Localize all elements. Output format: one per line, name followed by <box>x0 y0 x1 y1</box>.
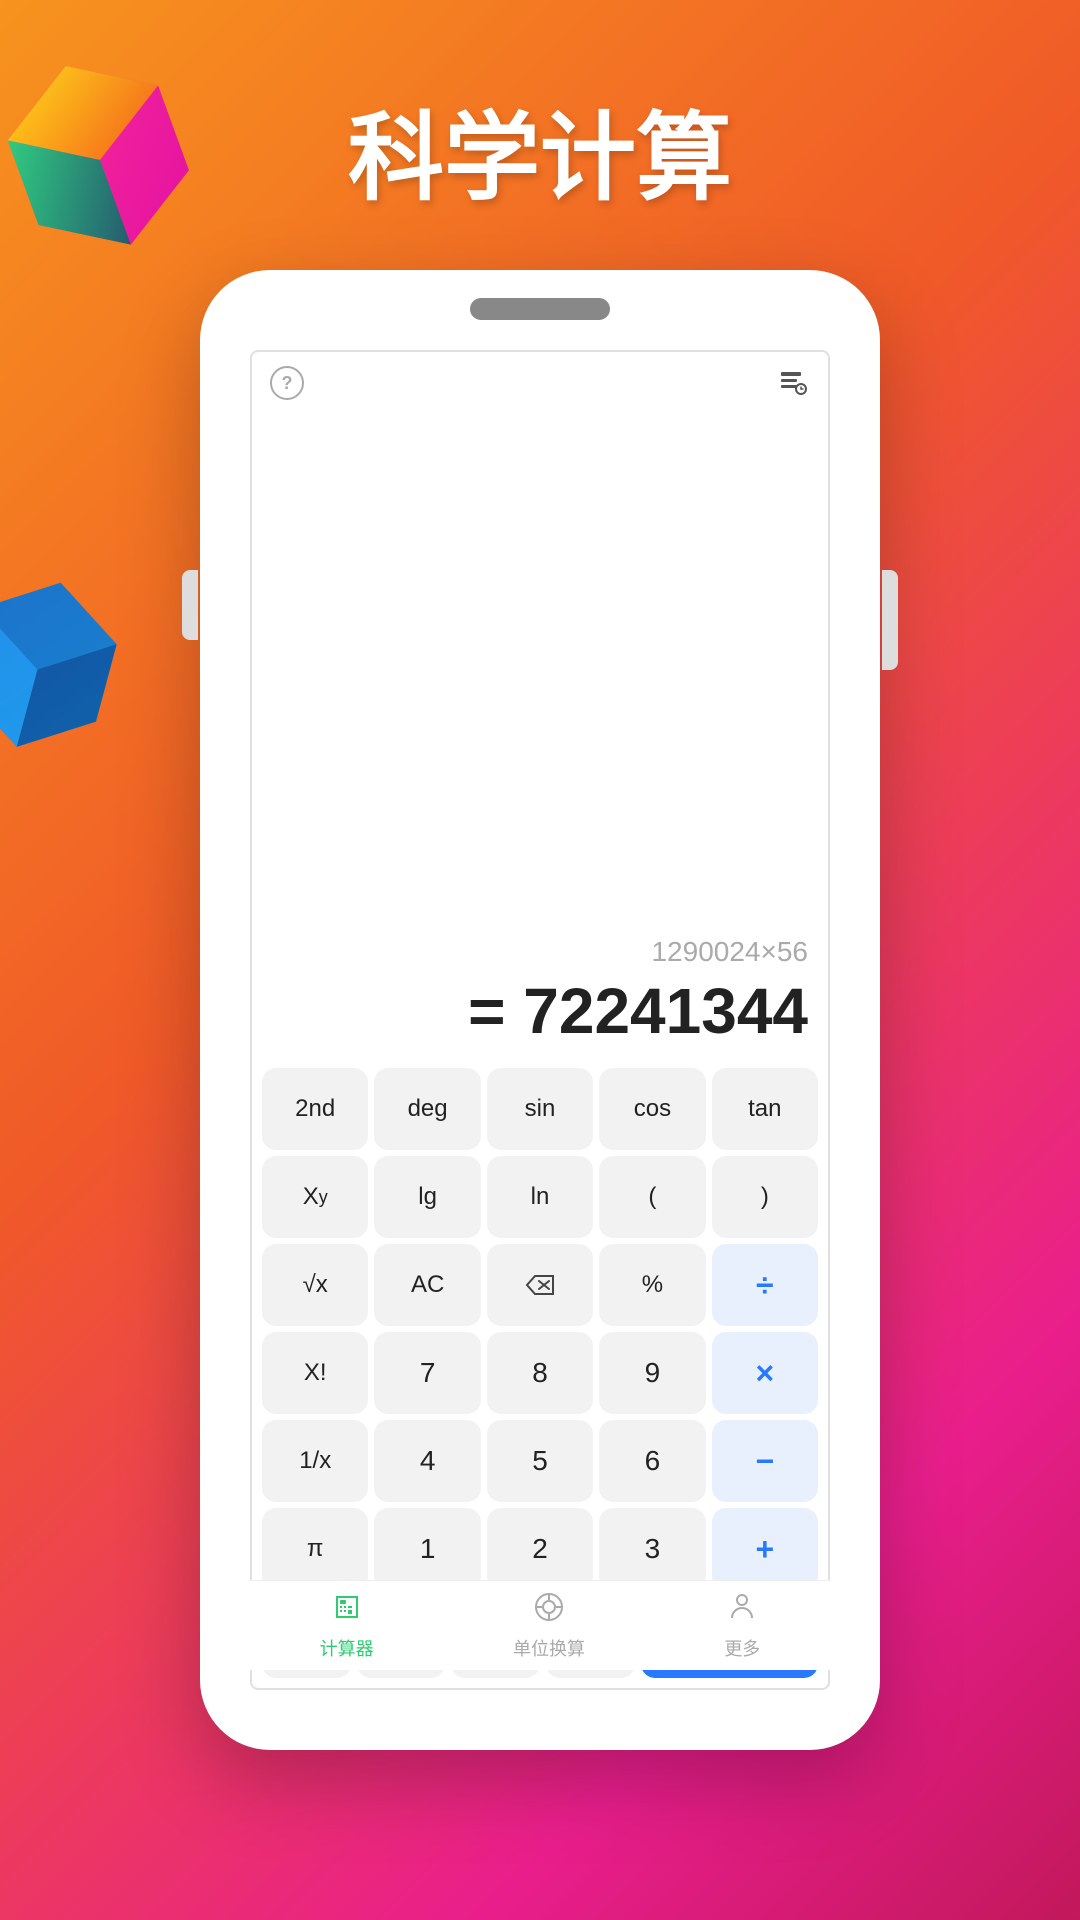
btn-sqrt[interactable]: √x <box>262 1244 368 1326</box>
nav-calculator[interactable]: 计算器 <box>320 1591 374 1661</box>
phone-side-button-right <box>882 570 898 670</box>
btn-divide[interactable]: ÷ <box>712 1244 818 1326</box>
nav-calculator-label: 计算器 <box>320 1635 374 1661</box>
help-button[interactable]: ? <box>270 366 304 400</box>
btn-backspace[interactable] <box>487 1244 593 1326</box>
btn-factorial[interactable]: X! <box>262 1332 368 1414</box>
btn-subtract[interactable]: − <box>712 1420 818 1502</box>
btn-add[interactable]: + <box>712 1508 818 1590</box>
converter-nav-icon <box>533 1591 565 1631</box>
btn-ac[interactable]: AC <box>374 1244 480 1326</box>
btn-2nd[interactable]: 2nd <box>262 1068 368 1150</box>
phone-frame: ? 1290024×56 = 72241344 2nd <box>200 270 880 1750</box>
decorative-cube-top-left <box>0 40 220 280</box>
btn-3[interactable]: 3 <box>599 1508 705 1590</box>
bottom-nav: 计算器 单位换算 <box>250 1580 830 1670</box>
btn-6[interactable]: 6 <box>599 1420 705 1502</box>
btn-row-4: X! 7 8 9 × <box>262 1332 818 1414</box>
btn-5[interactable]: 5 <box>487 1420 593 1502</box>
calc-display: 1290024×56 = 72241344 <box>252 414 828 1062</box>
btn-close-paren[interactable]: ) <box>712 1156 818 1238</box>
btn-pi[interactable]: π <box>262 1508 368 1590</box>
btn-reciprocal[interactable]: 1/x <box>262 1420 368 1502</box>
btn-xy[interactable]: Xy <box>262 1156 368 1238</box>
btn-row-2: Xy lg ln ( ) <box>262 1156 818 1238</box>
btn-multiply[interactable]: × <box>712 1332 818 1414</box>
calc-top-bar: ? <box>252 352 828 414</box>
calculator-nav-icon <box>331 1591 363 1631</box>
page-title: 科学计算 <box>348 80 732 219</box>
btn-percent[interactable]: % <box>599 1244 705 1326</box>
nav-more[interactable]: 更多 <box>724 1591 760 1661</box>
btn-row-3: √x AC % ÷ <box>262 1244 818 1326</box>
btn-1[interactable]: 1 <box>374 1508 480 1590</box>
btn-open-paren[interactable]: ( <box>599 1156 705 1238</box>
calc-result: = 72241344 <box>468 974 808 1048</box>
btn-row-1: 2nd deg sin cos tan <box>262 1068 818 1150</box>
calc-expression: 1290024×56 <box>651 936 808 968</box>
decorative-cube-mid-left <box>0 560 140 760</box>
nav-more-label: 更多 <box>724 1635 760 1661</box>
btn-7[interactable]: 7 <box>374 1332 480 1414</box>
btn-lg[interactable]: lg <box>374 1156 480 1238</box>
phone-speaker <box>470 298 610 320</box>
btn-ln[interactable]: ln <box>487 1156 593 1238</box>
btn-9[interactable]: 9 <box>599 1332 705 1414</box>
btn-row-6: π 1 2 3 + <box>262 1508 818 1590</box>
btn-tan[interactable]: tan <box>712 1068 818 1150</box>
phone-side-button-left <box>182 570 198 640</box>
btn-8[interactable]: 8 <box>487 1332 593 1414</box>
nav-converter-label: 单位换算 <box>513 1635 585 1661</box>
nav-converter[interactable]: 单位换算 <box>513 1591 585 1661</box>
more-nav-icon <box>726 1591 758 1631</box>
btn-deg[interactable]: deg <box>374 1068 480 1150</box>
btn-cos[interactable]: cos <box>599 1068 705 1150</box>
calculator-container: ? 1290024×56 = 72241344 2nd <box>250 350 830 1690</box>
btn-2[interactable]: 2 <box>487 1508 593 1590</box>
btn-4[interactable]: 4 <box>374 1420 480 1502</box>
history-button[interactable] <box>776 366 810 400</box>
btn-sin[interactable]: sin <box>487 1068 593 1150</box>
btn-row-5: 1/x 4 5 6 − <box>262 1420 818 1502</box>
